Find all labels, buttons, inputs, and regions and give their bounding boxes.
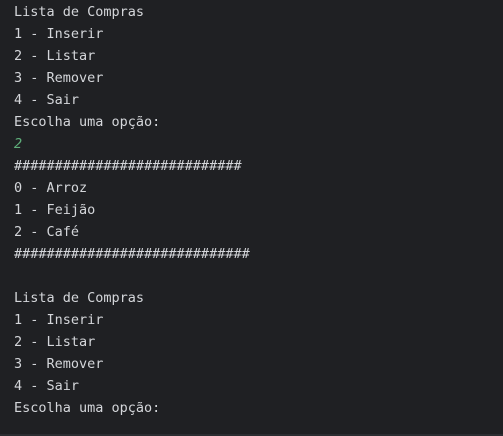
console-line: Lista de Compras (14, 4, 145, 20)
console-line: 2 - Café (14, 224, 80, 240)
console-line: 3 - Remover (14, 356, 104, 372)
console-line: Lista de Compras (14, 290, 145, 306)
console-line: 2 - Listar (14, 48, 96, 64)
console-line: 2 - Listar (14, 334, 96, 350)
console-line: 4 - Sair (14, 92, 80, 108)
console-user-input: 2 (14, 136, 23, 152)
console-line: 4 - Sair (14, 378, 80, 394)
console-prompt-line: Escolha uma opção: (14, 114, 161, 130)
console-separator: ############################ (14, 158, 242, 174)
console-line: 3 - Remover (14, 70, 104, 86)
console-prompt-line: Escolha uma opção: (14, 400, 161, 416)
console-line: 0 - Arroz (14, 180, 88, 196)
console-separator: ############################# (14, 246, 250, 262)
console-line: 1 - Inserir (14, 26, 104, 42)
console-line: 1 - Feijão (14, 202, 96, 218)
console-output[interactable]: Lista de Compras 1 - Inserir 2 - Listar … (0, 0, 503, 436)
console-line: 1 - Inserir (14, 312, 104, 328)
